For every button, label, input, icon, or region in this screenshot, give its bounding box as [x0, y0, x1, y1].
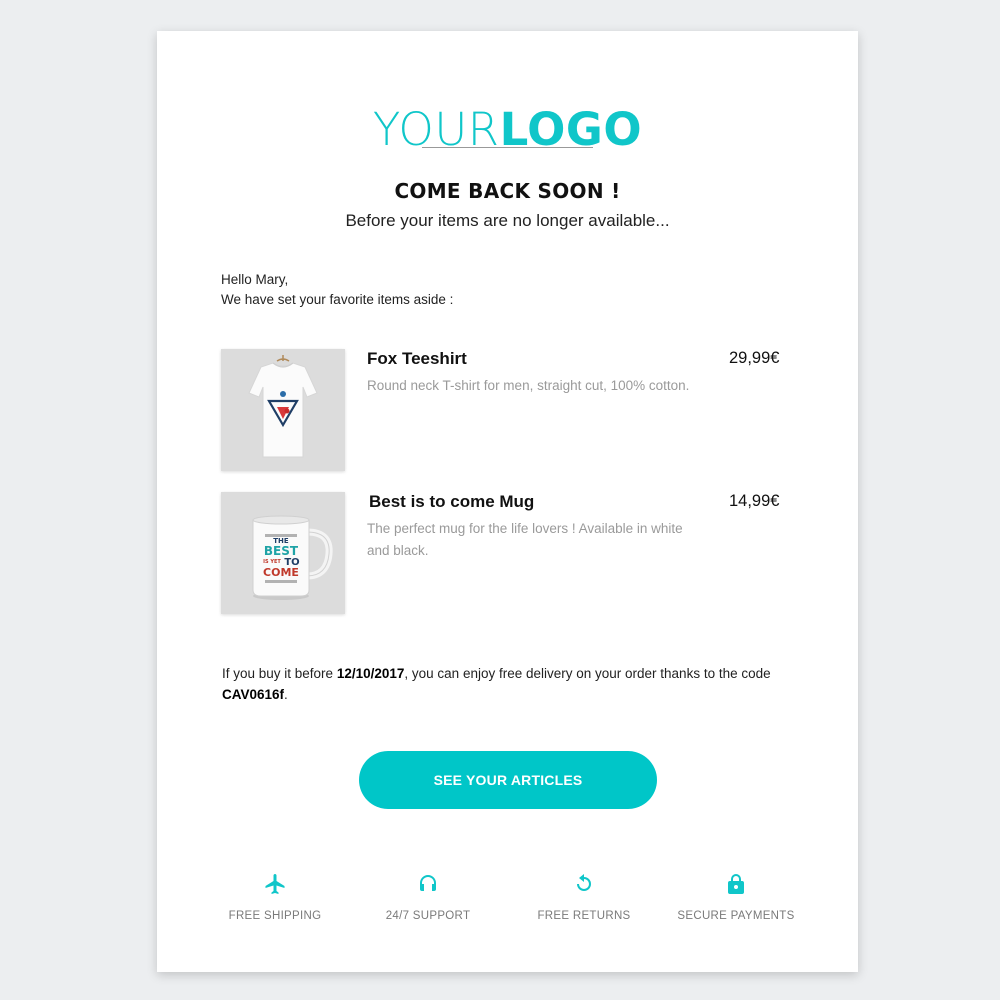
tshirt-icon — [248, 355, 318, 458]
offer-text-part: , you can enjoy free delivery on your or… — [404, 666, 771, 681]
divider — [422, 147, 593, 148]
headset-icon — [420, 875, 436, 891]
offer-text-part: If you buy it before — [222, 666, 337, 681]
product-item: THE BEST IS YET TO COME Best is to come … — [221, 492, 801, 614]
product-image-tshirt[interactable] — [221, 349, 345, 471]
product-image-mug[interactable]: THE BEST IS YET TO COME — [221, 492, 345, 614]
email-card: YOURLOGO COME BACK SOON ! Before your it… — [157, 31, 858, 972]
feature-secure-payments: SECURE PAYMENTS — [661, 869, 811, 922]
product-item: Fox Teeshirt Round neck T-shirt for men,… — [221, 349, 801, 471]
mug-icon: THE BEST IS YET TO COME — [252, 515, 333, 600]
greeting-line: Hello Mary, — [221, 272, 289, 287]
offer-date: 12/10/2017 — [336, 666, 405, 681]
feature-label: FREE RETURNS — [537, 910, 631, 922]
greeting: Hello Mary, We have set your favorite it… — [221, 270, 453, 310]
subheadline: Before your items are no longer availabl… — [345, 211, 670, 230]
feature-label: FREE SHIPPING — [228, 910, 322, 922]
greeting-intro: We have set your favorite items aside : — [221, 292, 454, 307]
feature-support: 24/7 SUPPORT — [353, 869, 503, 922]
mug-print-come: COME — [263, 566, 299, 579]
feature-label: 24/7 SUPPORT — [385, 910, 471, 922]
logo-part-logo: LOGO — [499, 103, 643, 156]
product-description: Round neck T-shirt for men, straight cut… — [367, 378, 690, 393]
brand-logo: YOURLOGO — [157, 104, 858, 156]
mug-print-is-yet: IS YET — [263, 559, 281, 565]
airplane-icon — [265, 874, 285, 894]
product-description: The perfect mug for the life lovers ! Av… — [367, 521, 683, 558]
product-name[interactable]: Fox Teeshirt — [367, 349, 467, 369]
mug-print-best: BEST — [264, 544, 299, 558]
lock-icon — [728, 874, 744, 894]
headline: COME BACK SOON ! — [394, 179, 621, 203]
offer-text: If you buy it before 12/10/2017, you can… — [222, 663, 782, 705]
offer-text-part: . — [284, 687, 288, 702]
see-your-articles-button[interactable]: SEE YOUR ARTICLES — [359, 751, 657, 809]
feature-label: SECURE PAYMENTS — [677, 910, 795, 922]
product-price: 29,99€ — [729, 349, 780, 367]
return-arrow-icon — [577, 874, 591, 891]
feature-free-returns: FREE RETURNS — [509, 869, 659, 922]
promo-code: CAV0616f — [222, 687, 285, 702]
product-price: 14,99€ — [729, 492, 780, 510]
feature-free-shipping: FREE SHIPPING — [200, 869, 350, 922]
product-name[interactable]: Best is to come Mug — [369, 492, 534, 512]
logo-part-your: YOUR — [372, 103, 500, 156]
